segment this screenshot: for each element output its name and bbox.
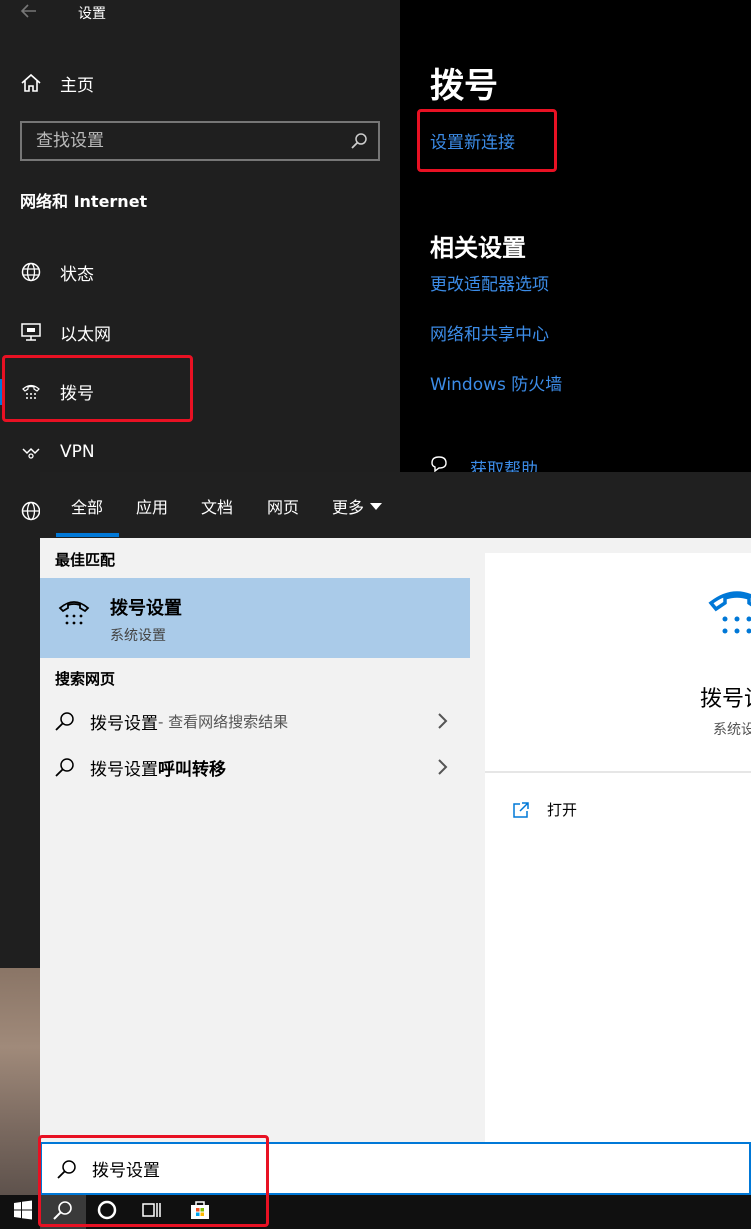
best-match-result[interactable]: 拨号设置 系统设置 <box>40 578 470 658</box>
store-button[interactable] <box>177 1195 223 1229</box>
windows-logo-icon <box>13 1200 33 1224</box>
web-result-1[interactable]: 拨号设置 - 查看网络搜索结果 <box>40 699 470 743</box>
home-label: 主页 <box>60 75 94 96</box>
chevron-right-icon[interactable] <box>436 711 450 731</box>
cortana-circle-icon <box>96 1199 118 1225</box>
dropdown-caret-icon <box>370 503 383 510</box>
active-tab-indicator <box>56 533 119 537</box>
tab-documents[interactable]: 文档 <box>201 494 233 518</box>
search-icon <box>54 756 76 778</box>
section-heading: 网络和 Internet <box>20 192 148 211</box>
open-action[interactable]: 打开 <box>511 799 577 820</box>
nav-item-ethernet[interactable]: 以太网 <box>0 307 400 357</box>
vpn-icon <box>20 441 42 463</box>
open-label: 打开 <box>547 801 578 819</box>
taskbar-search-button[interactable] <box>40 1195 86 1229</box>
web-search-heading: 搜索网页 <box>55 670 116 688</box>
detail-title: 拨号设 <box>700 687 751 712</box>
tab-apps[interactable]: 应用 <box>136 494 168 518</box>
task-view-button[interactable] <box>129 1195 175 1229</box>
search-icon <box>54 710 76 732</box>
store-bag-icon <box>189 1199 211 1225</box>
dialup-phone-icon <box>56 594 92 630</box>
page-title: 拨号 <box>430 66 498 106</box>
nav-label-ethernet: 以太网 <box>60 324 111 345</box>
home-link[interactable]: 主页 <box>20 70 94 96</box>
web-result-2-query: 拨号设置 <box>90 759 158 780</box>
nav-label-vpn: VPN <box>60 442 95 462</box>
web-result-2[interactable]: 拨号设置 呼叫转移 <box>40 745 470 789</box>
detail-header: 拨号设 系统设 <box>485 553 751 773</box>
tab-all[interactable]: 全部 <box>71 494 103 518</box>
related-settings-heading: 相关设置 <box>430 234 526 262</box>
back-arrow-icon[interactable] <box>20 0 40 22</box>
nav-label-status: 状态 <box>60 264 94 285</box>
nav-item-dialup[interactable]: 拨号 <box>0 366 400 416</box>
taskbar-search-box[interactable] <box>40 1142 751 1195</box>
tab-more[interactable]: 更多 <box>332 494 383 518</box>
search-icon[interactable] <box>350 132 368 150</box>
sharing-center-link[interactable]: 网络和共享中心 <box>430 320 549 345</box>
web-result-2-extra: 呼叫转移 <box>158 759 226 780</box>
settings-search-input[interactable] <box>36 131 336 151</box>
best-match-name: 拨号设置 <box>110 598 182 619</box>
results-list: 最佳匹配 拨号设置 系统设置 搜索网页 拨号设置 - 查看网络搜索结果 拨号设置 <box>40 538 470 1144</box>
web-result-1-suffix: - 查看网络搜索结果 <box>158 712 289 731</box>
open-external-icon <box>511 800 531 820</box>
adapter-options-link[interactable]: 更改适配器选项 <box>430 270 549 295</box>
best-match-type: 系统设置 <box>110 628 166 644</box>
best-match-heading: 最佳匹配 <box>55 551 116 569</box>
dialup-icon <box>20 380 42 402</box>
desktop-wallpaper <box>0 968 40 1195</box>
settings-search-box[interactable] <box>20 121 380 161</box>
result-detail-content: 拨号设 系统设 打开 <box>485 553 751 1143</box>
detail-type: 系统设 <box>713 722 751 738</box>
tab-more-label: 更多 <box>332 498 365 517</box>
firewall-link[interactable]: Windows 防火墙 <box>430 370 562 395</box>
search-query-input[interactable] <box>92 1158 692 1179</box>
tab-web[interactable]: 网页 <box>267 494 299 518</box>
dialup-phone-icon <box>707 581 751 641</box>
home-icon <box>20 72 42 94</box>
web-result-1-query: 拨号设置 <box>90 713 158 734</box>
start-search-flyout: 全部 应用 文档 网页 更多 最佳匹配 拨号设置 系统设置 搜索网页 拨号设置 … <box>40 472 751 1195</box>
search-icon <box>56 1158 78 1180</box>
nav-item-status[interactable]: 状态 <box>0 247 400 297</box>
chevron-right-icon[interactable] <box>436 757 450 777</box>
globe-status-icon <box>20 261 42 283</box>
globe-icon <box>20 500 42 522</box>
window-title: 设置 <box>78 6 106 22</box>
nav-label-dialup: 拨号 <box>60 383 94 404</box>
ethernet-icon <box>20 321 42 343</box>
task-view-icon <box>141 1199 163 1225</box>
search-tab-bar: 全部 应用 文档 网页 更多 <box>40 472 751 538</box>
search-icon <box>52 1199 74 1225</box>
nav-item-vpn[interactable]: VPN <box>0 427 400 477</box>
taskbar <box>0 1195 751 1229</box>
new-connection-link[interactable]: 设置新连接 <box>430 128 515 153</box>
cortana-button[interactable] <box>84 1195 130 1229</box>
